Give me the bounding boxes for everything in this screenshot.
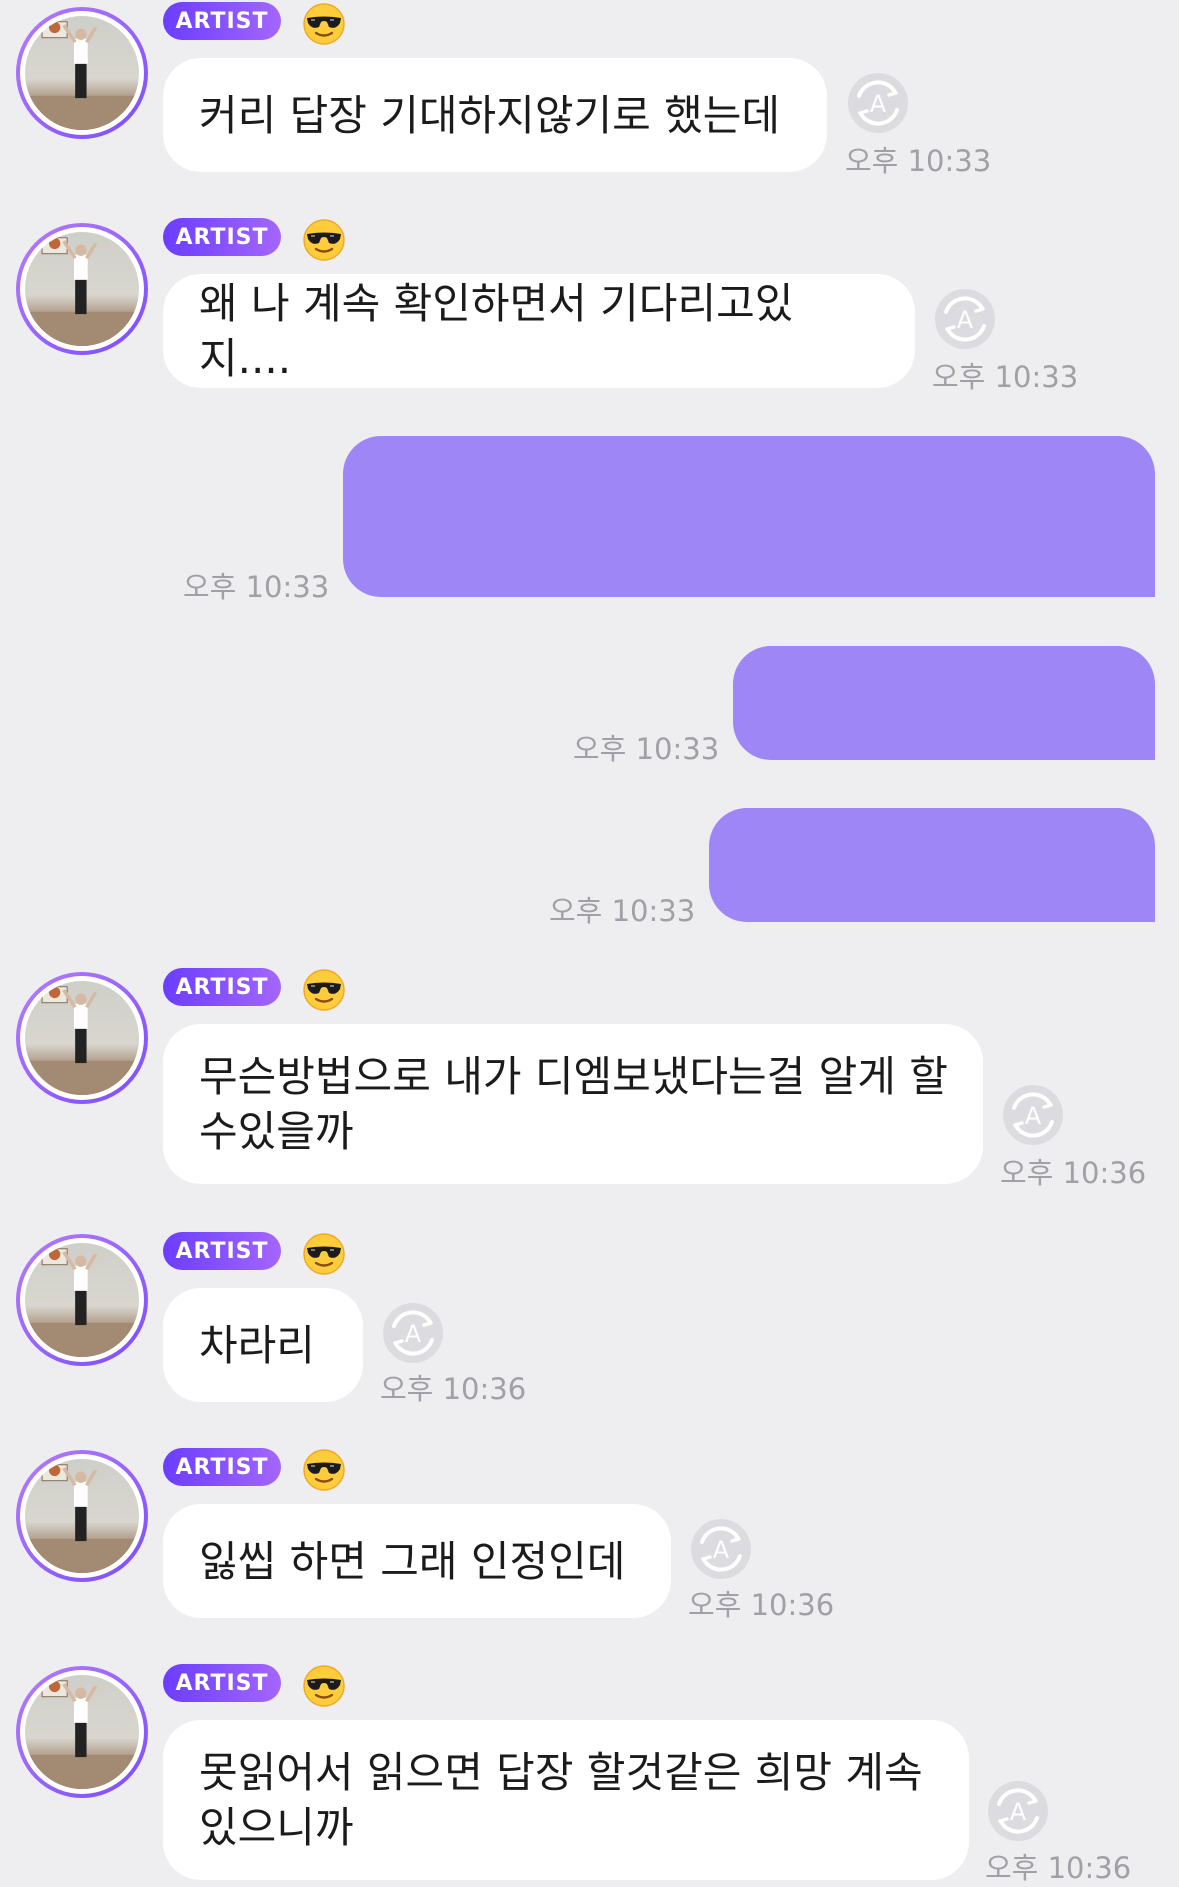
read-receipt-icon: A: [988, 1781, 1048, 1841]
artist-badge: ARTIST: [163, 968, 281, 1006]
sunglasses-emoji-icon: [303, 3, 345, 45]
sunglasses-emoji-icon: [303, 1449, 345, 1491]
message-bubble[interactable]: 왜 나 계속 확인하면서 기다리고있지....: [163, 274, 915, 388]
read-receipt-icon: A: [383, 1303, 443, 1363]
basketball-player-avatar-icon: [25, 16, 139, 130]
outgoing-message-bubble[interactable]: [709, 808, 1155, 922]
message-time: 오후 10:33: [845, 144, 992, 178]
message-time: 오후 10:36: [985, 1851, 1132, 1885]
read-receipt-icon: A: [848, 73, 908, 133]
message-bubble[interactable]: 차라리: [163, 1288, 363, 1402]
message-time: 오후 10:33: [549, 894, 696, 928]
svg-text:A: A: [870, 90, 887, 118]
artist-avatar[interactable]: [16, 972, 148, 1104]
message-text: 왜 나 계속 확인하면서 기다리고있지....: [199, 279, 794, 383]
sunglasses-emoji-icon: [303, 219, 345, 261]
message-text: 커리 답장 기대하지않기로 했는데: [199, 90, 781, 140]
message-time: 오후 10:33: [573, 732, 720, 766]
message-time: 오후 10:36: [380, 1372, 527, 1406]
sunglasses-emoji-icon: [303, 969, 345, 1011]
basketball-player-avatar-icon: [25, 1675, 139, 1789]
basketball-player-avatar-icon: [25, 981, 139, 1095]
artist-avatar[interactable]: [16, 223, 148, 355]
svg-text:A: A: [1025, 1102, 1042, 1130]
read-receipt-icon: A: [935, 289, 995, 349]
svg-text:A: A: [957, 306, 974, 334]
artist-badge: ARTIST: [163, 1232, 281, 1270]
message-time: 오후 10:33: [932, 360, 1079, 394]
artist-avatar[interactable]: [16, 7, 148, 139]
message-time: 오후 10:36: [1000, 1156, 1147, 1190]
svg-text:A: A: [1010, 1798, 1027, 1826]
message-text: 잃씹 하면 그래 인정인데: [199, 1536, 626, 1586]
artist-badge: ARTIST: [163, 1664, 281, 1702]
message-bubble[interactable]: 잃씹 하면 그래 인정인데: [163, 1504, 671, 1618]
message-time: 오후 10:33: [183, 570, 330, 604]
artist-avatar[interactable]: [16, 1666, 148, 1798]
message-text: 차라리: [199, 1320, 315, 1370]
basketball-player-avatar-icon: [25, 232, 139, 346]
svg-text:A: A: [713, 1536, 730, 1564]
sunglasses-emoji-icon: [303, 1665, 345, 1707]
outgoing-message-bubble[interactable]: [343, 436, 1155, 597]
artist-badge: ARTIST: [163, 1448, 281, 1486]
svg-text:A: A: [405, 1320, 422, 1348]
message-time: 오후 10:36: [688, 1588, 835, 1622]
artist-badge: ARTIST: [163, 2, 281, 40]
message-text: 무슨방법으로 내가 디엠보냈다는걸 알게 할 수있을까: [199, 1052, 948, 1156]
outgoing-message-bubble[interactable]: [733, 646, 1155, 760]
message-bubble[interactable]: 커리 답장 기대하지않기로 했는데: [163, 58, 827, 172]
message-bubble[interactable]: 못읽어서 읽으면 답장 할것같은 희망 계속 있으니까: [163, 1720, 969, 1880]
basketball-player-avatar-icon: [25, 1459, 139, 1573]
read-receipt-icon: A: [691, 1519, 751, 1579]
sunglasses-emoji-icon: [303, 1233, 345, 1275]
basketball-player-avatar-icon: [25, 1243, 139, 1357]
message-bubble[interactable]: 무슨방법으로 내가 디엠보냈다는걸 알게 할 수있을까: [163, 1024, 983, 1184]
artist-avatar[interactable]: [16, 1450, 148, 1582]
artist-avatar[interactable]: [16, 1234, 148, 1366]
artist-badge: ARTIST: [163, 218, 281, 256]
read-receipt-icon: A: [1003, 1085, 1063, 1145]
message-text: 못읽어서 읽으면 답장 할것같은 희망 계속 있으니까: [199, 1748, 923, 1852]
